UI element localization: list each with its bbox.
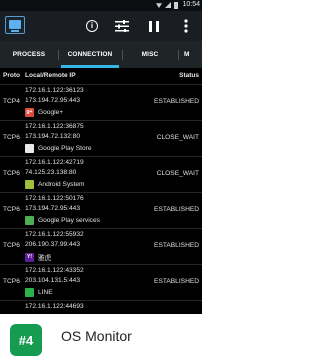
row-remote-address: 206.190.37.99:443 (25, 241, 81, 248)
row-local-address: 172.16.1.122:50176 (25, 195, 84, 202)
row-local-address: 172.16.1.122:55932 (25, 231, 84, 238)
status-icons (156, 2, 178, 9)
row-proto: TCP6 (3, 278, 20, 285)
row-app: Google Play services (25, 216, 100, 225)
app-icon (25, 216, 34, 225)
footer-banner: #4 OS Monitor (0, 314, 202, 360)
table-row[interactable]: TCP4 172.16.1.122:36123 173.194.72.95:443 E… (0, 84, 202, 120)
row-local-address: 172.16.1.122:36875 (25, 123, 84, 130)
row-remote-address: 203.104.131.5:443 (25, 277, 81, 284)
app-name-label: 雅虎 (38, 255, 52, 262)
row-app: g+ Google+ (25, 108, 63, 117)
row-remote-address: 173.194.72.132:80 (25, 133, 81, 140)
status-bar: 10:54 (0, 0, 202, 11)
connection-rows: TCP4 172.16.1.122:36123 173.194.72.95:443 E… (0, 84, 202, 314)
tab-more[interactable]: M (178, 41, 202, 68)
app-name-label: Google Play Store (38, 145, 92, 152)
app-name-label: Google Play services (38, 217, 100, 224)
tab-bar: PROCESS CONNECTION MISC M (0, 41, 202, 68)
row-status: CLOSE_WAIT (156, 134, 199, 141)
status-time: 10:54 (182, 1, 200, 8)
table-row[interactable]: TCP6 172.16.1.122:42719 74.125.23.138:80 CL… (0, 156, 202, 192)
row-app: Google Play Store (25, 144, 92, 153)
app-icon: g+ (25, 108, 34, 117)
app-icon (25, 288, 34, 297)
header-proto: Proto (3, 72, 20, 79)
row-status: ESTABLISHED (154, 278, 199, 285)
header-status: Status (179, 72, 199, 79)
rank-badge: #4 (10, 324, 42, 356)
info-button[interactable]: i (83, 17, 101, 35)
pause-icon (149, 20, 159, 32)
filter-button[interactable] (113, 17, 131, 35)
app-name-label: Android System (38, 181, 85, 188)
table-row[interactable]: TCP6 172.16.1.122:43352 203.104.131.5:443 E… (0, 264, 202, 300)
table-header: Proto Local/Remote IP Status (0, 68, 202, 84)
row-local-address: 172.16.1.122:43352 (25, 267, 84, 274)
overflow-menu-button[interactable] (177, 17, 195, 35)
tab-connection[interactable]: CONNECTION (58, 41, 122, 68)
wifi-icon (156, 3, 162, 8)
table-row[interactable]: TCP6 172.16.1.122:50176 173.194.72.95:443 E… (0, 192, 202, 228)
row-status: ESTABLISHED (154, 206, 199, 213)
row-proto: TCP6 (3, 242, 20, 249)
app-logo-icon[interactable] (5, 16, 25, 34)
connection-list[interactable]: Proto Local/Remote IP Status TCP4 172.16.… (0, 68, 202, 314)
row-local-address: 172.16.1.122:36123 (25, 87, 84, 94)
row-proto: TCP4 (3, 98, 20, 105)
action-bar: i (0, 11, 202, 41)
tab-misc[interactable]: MISC (122, 41, 178, 68)
overflow-menu-icon (184, 19, 188, 33)
row-app: LINE (25, 288, 53, 297)
row-app: Android System (25, 180, 85, 189)
signal-icon (165, 2, 171, 8)
table-row[interactable]: TCP6 172.16.1.122:36875 173.194.72.132:80 C… (0, 120, 202, 156)
row-local-address: 172.16.1.122:44693 (25, 303, 84, 310)
app-icon: Y! (25, 252, 34, 262)
row-proto: TCP6 (3, 206, 20, 213)
app-icon (25, 180, 34, 189)
row-remote-address: 74.125.23.138:80 (25, 169, 77, 176)
row-status: ESTABLISHED (154, 98, 199, 105)
row-status: ESTABLISHED (154, 242, 199, 249)
row-remote-address: 173.194.72.95:443 (25, 97, 81, 104)
info-icon: i (86, 20, 98, 32)
row-remote-address: 173.194.72.95:443 (25, 205, 81, 212)
filter-sliders-icon (115, 20, 129, 32)
pause-button[interactable] (145, 17, 163, 35)
row-app: Y! 雅虎 (25, 252, 51, 262)
app-icon (25, 144, 34, 153)
row-proto: TCP6 (3, 170, 20, 177)
app-name-label: Google+ (38, 109, 64, 116)
header-address: Local/Remote IP (25, 72, 76, 79)
row-proto: TCP6 (3, 134, 20, 141)
table-row[interactable]: TCP6 172.16.1.122:55932 206.190.37.99:443 E… (0, 228, 202, 264)
app-name: OS Monitor (61, 328, 132, 344)
row-status: CLOSE_WAIT (156, 170, 199, 177)
row-local-address: 172.16.1.122:42719 (25, 159, 84, 166)
table-row[interactable]: TCP6172.16.1.122:44693 (0, 300, 202, 314)
battery-icon (174, 2, 178, 9)
tab-process[interactable]: PROCESS (0, 41, 58, 68)
app-name-label: LINE (38, 289, 53, 296)
